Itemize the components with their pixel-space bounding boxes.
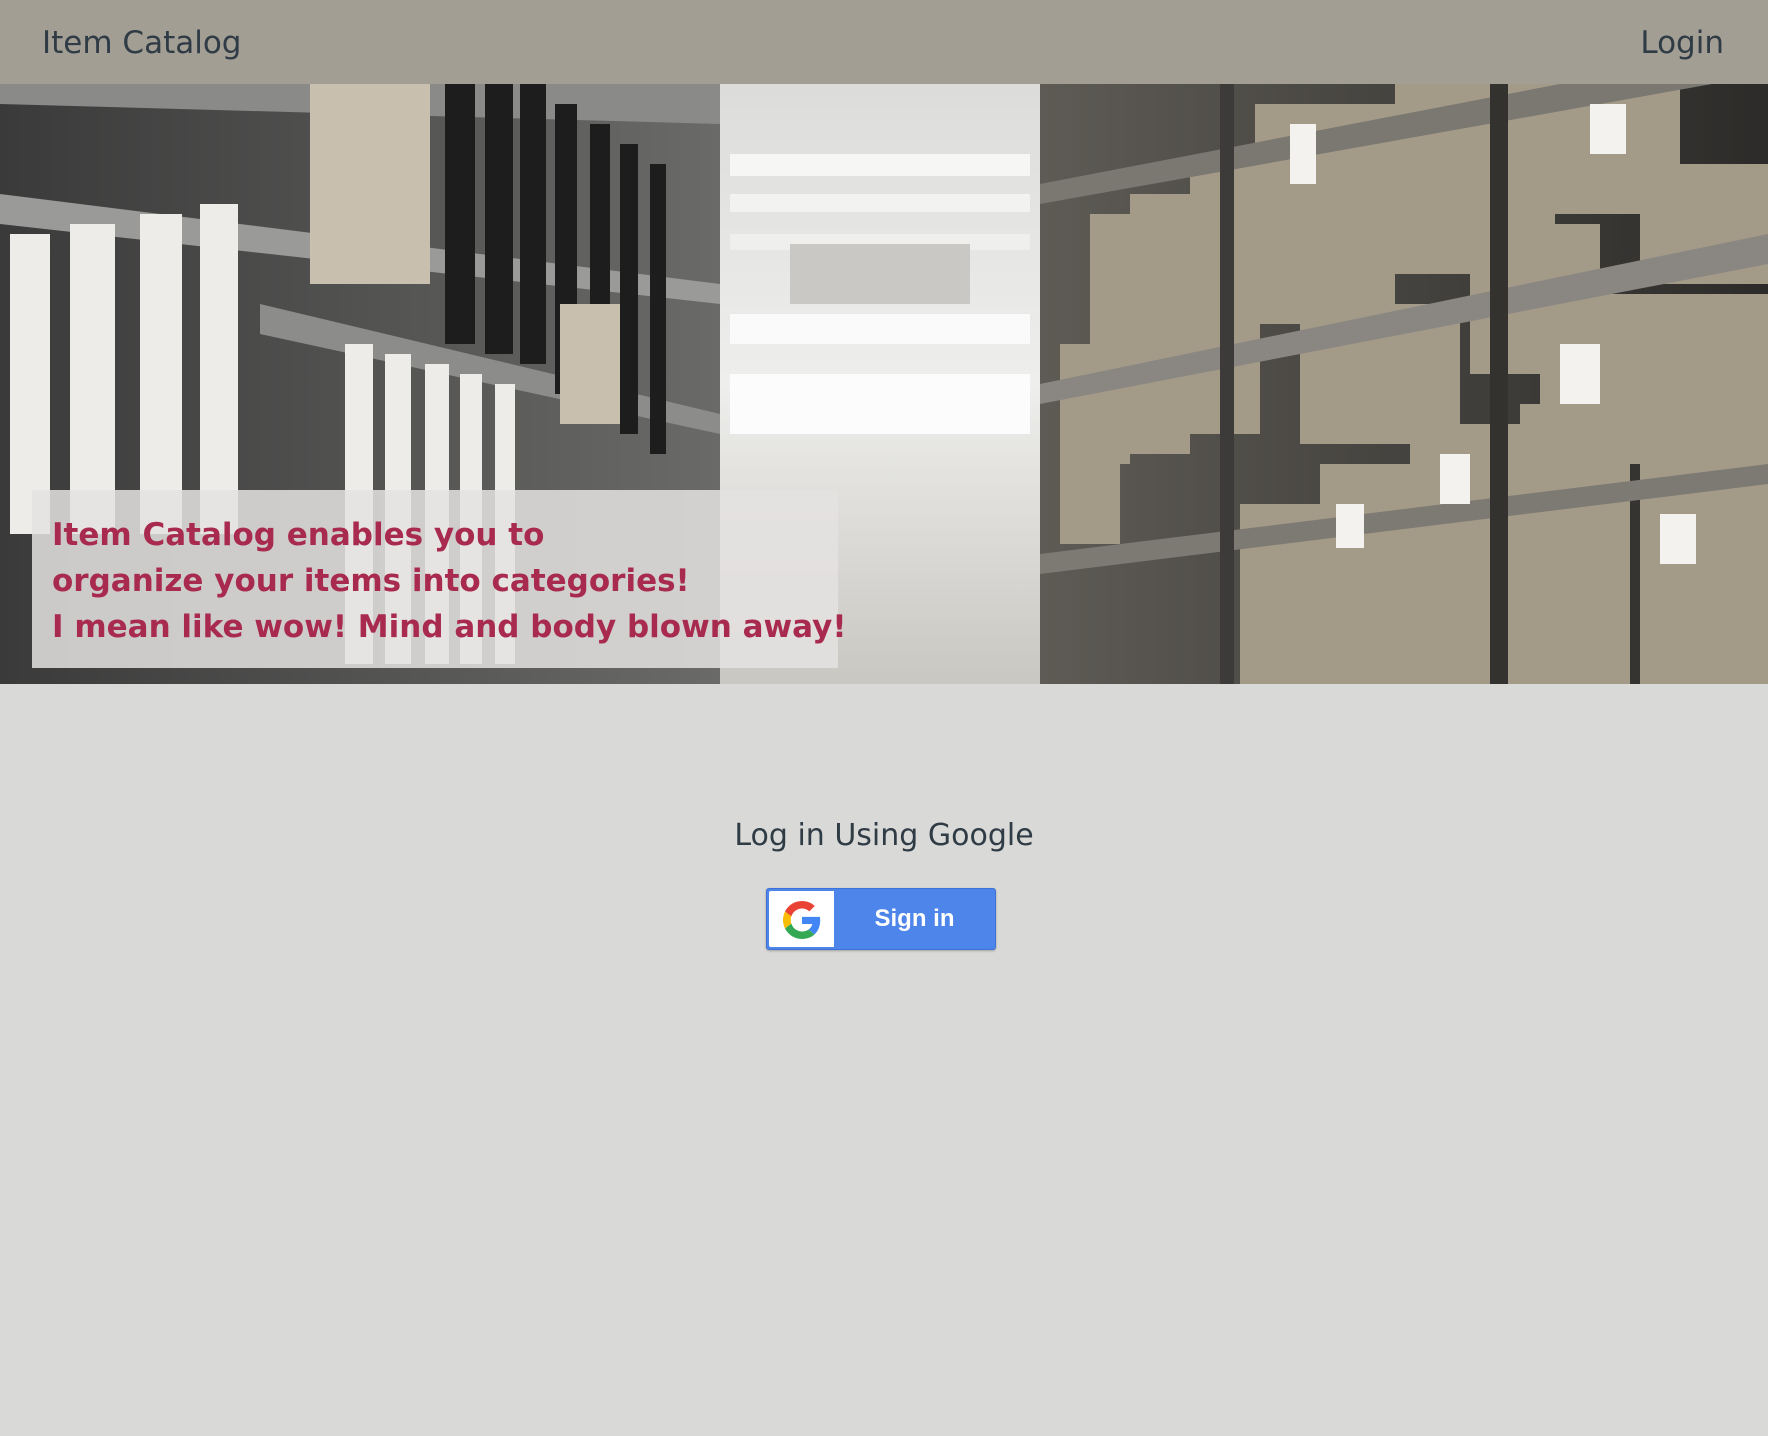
hero-caption: Item Catalog enables you to organize you… — [32, 490, 847, 668]
hero-caption-line: Item Catalog enables you to — [52, 517, 545, 553]
login-heading: Log in Using Google — [734, 818, 1034, 853]
google-sign-in-button[interactable]: Sign in — [766, 888, 996, 950]
navbar: Item Catalog Login — [0, 0, 1768, 84]
google-sign-in-label: Sign in — [874, 905, 955, 932]
google-g-icon — [769, 891, 834, 947]
hero-caption-line: I mean like wow! Mind and body blown awa… — [52, 609, 847, 645]
login-link[interactable]: Login — [1640, 24, 1724, 62]
login-section: Log in Using Google Sign in — [0, 684, 1768, 1436]
hero-caption-line: organize your items into categories! — [52, 563, 690, 599]
brand-link[interactable]: Item Catalog — [42, 24, 241, 62]
hero-banner: Item Catalog enables you to organize you… — [0, 84, 1768, 684]
